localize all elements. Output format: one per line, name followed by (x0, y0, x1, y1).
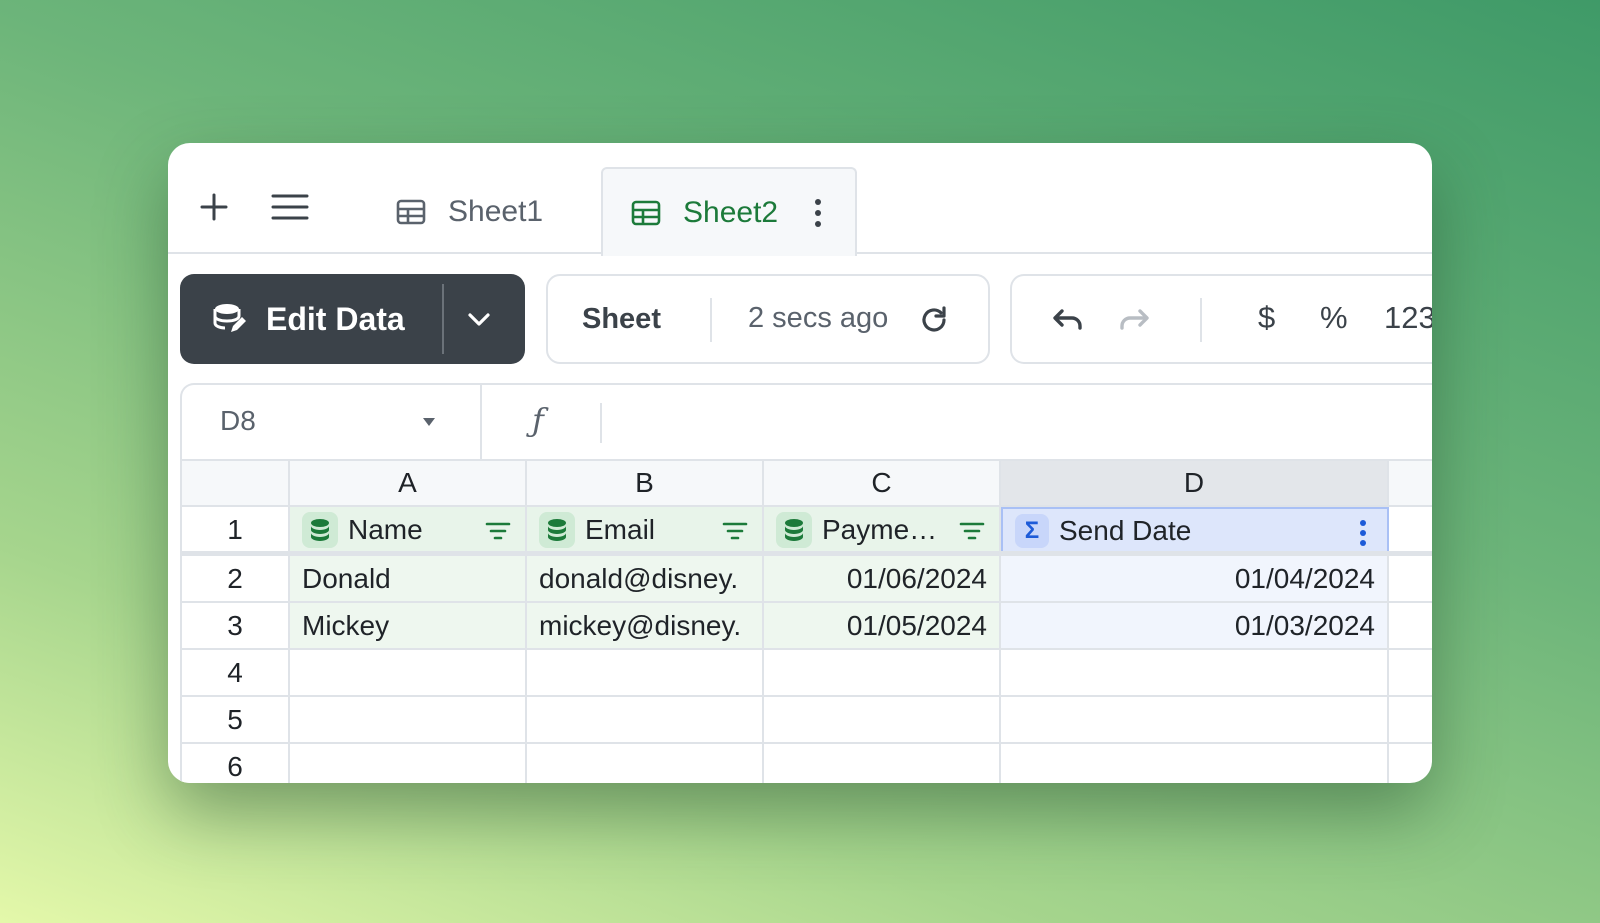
table-grid-icon (396, 199, 426, 224)
row-header-6[interactable]: 6 (180, 744, 290, 783)
column-header-d[interactable]: D (1001, 459, 1389, 507)
tab-label-sheet2: Sheet2 (683, 195, 779, 229)
column-header-a[interactable]: A (290, 459, 527, 507)
chevron-down-icon[interactable] (464, 304, 494, 334)
grid-cell[interactable]: mickey@disney. (527, 603, 764, 650)
function-icon: ƒ (532, 401, 544, 439)
grid-cell[interactable]: 01/05/2024 (764, 603, 1001, 650)
grid-cell[interactable] (764, 744, 1001, 783)
percent-format-button[interactable]: % (1320, 300, 1348, 336)
edit-data-button[interactable]: Edit Data (180, 274, 525, 364)
grid-cell[interactable] (1001, 697, 1389, 744)
grid-cell[interactable] (527, 650, 764, 697)
select-all-corner[interactable] (180, 459, 290, 507)
row-header-3[interactable]: 3 (180, 603, 290, 650)
column-field-email[interactable]: Email (527, 507, 764, 554)
column-header-b[interactable]: B (527, 459, 764, 507)
database-icon (539, 511, 575, 548)
divider (1200, 298, 1202, 342)
filter-icon[interactable] (485, 521, 511, 541)
currency-format-button[interactable]: $ (1258, 300, 1275, 336)
grid-cell[interactable] (527, 744, 764, 783)
database-icon (302, 511, 338, 548)
grid-cell[interactable] (290, 744, 527, 783)
database-edit-icon (213, 304, 246, 332)
field-label: Payme… (822, 513, 938, 545)
redo-icon[interactable] (1116, 306, 1152, 336)
grid-cell[interactable] (1389, 650, 1432, 697)
database-icon (776, 511, 812, 548)
divider (480, 385, 482, 459)
sheet-mode-label[interactable]: Sheet (582, 303, 661, 336)
table-grid-icon (631, 200, 661, 225)
sheet-list-menu-icon[interactable] (270, 191, 310, 223)
row-header-4[interactable]: 4 (180, 650, 290, 697)
tab-label-sheet1: Sheet1 (448, 194, 544, 228)
grid-cell[interactable] (1389, 603, 1432, 650)
grid-cell[interactable] (1389, 697, 1432, 744)
field-label: Name (348, 513, 423, 545)
grid-cell[interactable] (1001, 650, 1389, 697)
grid-cell[interactable]: 01/04/2024 (1001, 556, 1389, 603)
spreadsheet-window: Sheet1 Sheet2 Edit Data Sheet 2 secs ago… (168, 143, 1432, 783)
grid-cell[interactable] (1001, 744, 1389, 783)
sheet-sync-panel: Sheet 2 secs ago (546, 274, 990, 364)
spreadsheet-grid: A B C D 1 Name Email Payme… Σ Send Date (180, 459, 1432, 783)
grid-cell[interactable] (290, 697, 527, 744)
refresh-icon[interactable] (918, 304, 950, 336)
tab-options-kebab-icon[interactable] (813, 197, 823, 229)
grid-cell[interactable] (290, 650, 527, 697)
grid-cell[interactable]: Donald (290, 556, 527, 603)
filter-icon[interactable] (959, 521, 985, 541)
formula-bar: D8 ƒ (180, 383, 1432, 459)
column-options-kebab-icon[interactable] (1359, 519, 1367, 547)
last-sync-time: 2 secs ago (748, 302, 889, 334)
row-header-1[interactable]: 1 (180, 507, 290, 554)
grid-cell[interactable] (764, 697, 1001, 744)
sheet-tab-bar: Sheet1 Sheet2 (168, 143, 1432, 256)
caret-down-icon[interactable] (422, 417, 436, 427)
column-field-send-date[interactable]: Σ Send Date (1001, 507, 1389, 554)
number-format-button[interactable]: 123 (1384, 300, 1432, 336)
filter-icon[interactable] (722, 521, 748, 541)
column-header-c[interactable]: C (764, 459, 1001, 507)
row-header-2[interactable]: 2 (180, 556, 290, 603)
grid-cell[interactable]: Mickey (290, 603, 527, 650)
grid-cell[interactable] (764, 650, 1001, 697)
grid-cell[interactable] (527, 697, 764, 744)
button-divider (442, 284, 444, 354)
row-header-5[interactable]: 5 (180, 697, 290, 744)
sigma-icon: Σ (1015, 513, 1049, 548)
format-toolbar: $ % 123 (1010, 274, 1432, 364)
field-label: Send Date (1059, 514, 1192, 546)
grid-cell[interactable]: donald@disney. (527, 556, 764, 603)
column-header-e[interactable] (1389, 459, 1432, 507)
column-field-payment[interactable]: Payme… (764, 507, 1001, 554)
add-sheet-plus-icon[interactable] (196, 189, 232, 225)
column-field-name[interactable]: Name (290, 507, 527, 554)
grid-cell[interactable]: 01/03/2024 (1001, 603, 1389, 650)
divider (600, 403, 602, 443)
grid-cell[interactable]: 01/06/2024 (764, 556, 1001, 603)
cell-reference-box[interactable]: D8 (220, 405, 256, 437)
edit-data-label: Edit Data (266, 300, 405, 337)
divider (710, 298, 712, 342)
grid-cell[interactable] (1389, 507, 1432, 554)
tab-sheet2[interactable]: Sheet2 (601, 167, 857, 256)
undo-icon[interactable] (1050, 306, 1086, 336)
field-label: Email (585, 513, 656, 545)
grid-cell[interactable] (1389, 556, 1432, 603)
grid-cell[interactable] (1389, 744, 1432, 783)
